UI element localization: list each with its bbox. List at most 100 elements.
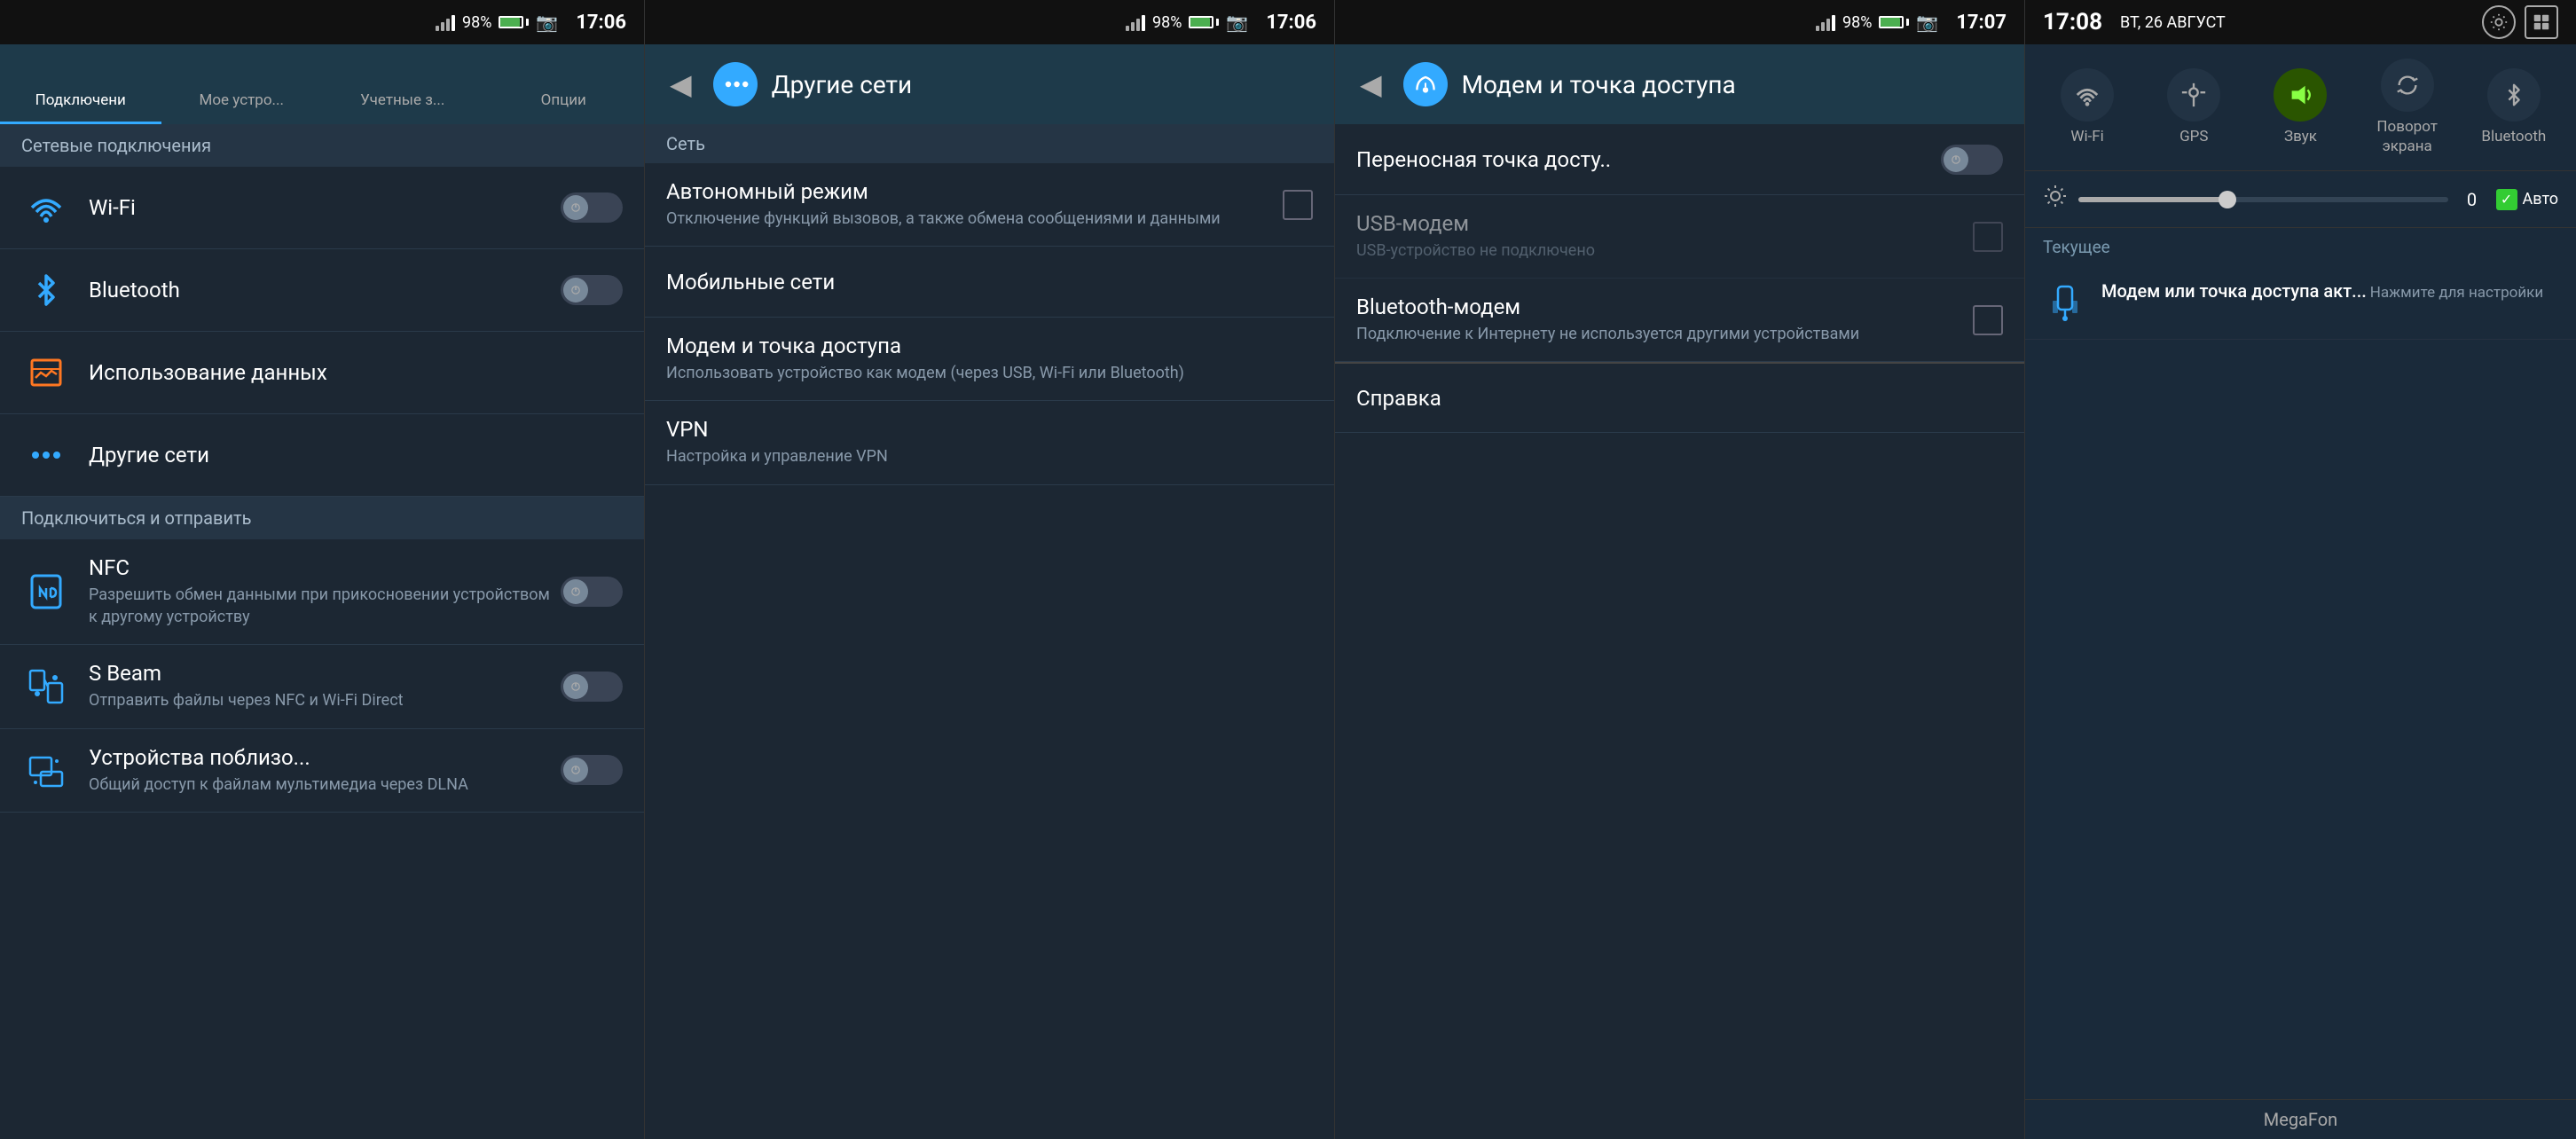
wifi-item[interactable]: Wi-Fi — [0, 167, 644, 249]
tab-my-device[interactable]: Мое устро... — [161, 44, 323, 124]
notif-time: 17:08 — [2043, 9, 2102, 35]
bluetooth-quick-toggle[interactable]: Bluetooth — [2465, 68, 2563, 146]
help-content: Справка — [1356, 386, 2003, 411]
battery-icon-2 — [1189, 16, 1219, 28]
rotate-quick-icon — [2381, 59, 2434, 112]
airplane-subtitle: Отключение функций вызовов, а также обме… — [666, 208, 1283, 230]
time-2: 17:06 — [1266, 12, 1316, 34]
sbeam-item[interactable]: S Beam Отправить файлы через NFC и Wi-Fi… — [0, 645, 644, 728]
nfc-content: NFC Разрешить обмен данными при прикосно… — [89, 555, 561, 628]
nfc-toggle[interactable] — [561, 577, 623, 607]
mobile-networks-item[interactable]: Мобильные сети — [645, 247, 1334, 318]
nfc-toggle-knob — [563, 579, 588, 604]
status-icons-1: 98% 📷 — [436, 12, 558, 33]
tab-connections-label: Подключени — [35, 91, 126, 109]
wifi-title: Wi-Fi — [89, 195, 561, 220]
brightness-slider[interactable] — [2078, 197, 2448, 202]
vpn-item[interactable]: VPN Настройка и управление VPN — [645, 401, 1334, 484]
portable-hotspot-toggle[interactable] — [1941, 145, 2003, 175]
battery-percent-3: 98% — [1842, 13, 1872, 32]
gps-quick-label: GPS — [2179, 127, 2208, 146]
tab-accounts[interactable]: Учетные з... — [322, 44, 483, 124]
modem-hotspot-item[interactable]: Модем и точка доступа Использовать устро… — [645, 318, 1334, 401]
back-button-3[interactable]: ◀ — [1353, 60, 1389, 108]
other-networks-title: Другие сети — [89, 443, 623, 467]
panel2-header: ◀ Другие сети — [645, 44, 1334, 124]
notif-right-icons — [2482, 5, 2558, 39]
auto-check-icon: ✓ — [2496, 189, 2517, 210]
sound-quick-label: Звук — [2284, 127, 2317, 146]
tab-options[interactable]: Опции — [483, 44, 645, 124]
rotate-quick-toggle[interactable]: Поворот экрана — [2359, 59, 2456, 156]
bluetooth-item-icon — [21, 265, 71, 315]
bt-modem-content: Bluetooth-модем Подключение к Интернету … — [1356, 295, 1973, 345]
carrier-name: MegaFon — [2264, 1109, 2337, 1130]
settings-gear-icon[interactable] — [2482, 5, 2516, 39]
nearby-item[interactable]: Устройства поблизо... Общий доступ к фай… — [0, 729, 644, 813]
signal-icon-3 — [1816, 13, 1835, 31]
wifi-item-content: Wi-Fi — [89, 195, 561, 220]
hotspot-notification[interactable]: Модем или точка доступа акт... Нажмите д… — [2025, 266, 2576, 340]
wifi-quick-toggle[interactable]: Wi-Fi — [2038, 68, 2136, 146]
brightness-row: 0 ✓ Авто — [2025, 171, 2576, 228]
wifi-toggle[interactable] — [561, 192, 623, 223]
notif-status-bar: 17:08 ВТ, 26 АВГУСТ — [2025, 0, 2576, 44]
bluetooth-toggle[interactable] — [561, 275, 623, 305]
other-networks-item[interactable]: Другие сети — [0, 414, 644, 497]
bt-modem-title: Bluetooth-модем — [1356, 295, 1973, 319]
hotspot-notif-content: Модем или точка доступа акт... Нажмите д… — [2101, 280, 2558, 302]
data-usage-content: Использование данных — [89, 360, 623, 385]
nfc-item[interactable]: NFC Разрешить обмен данными при прикосно… — [0, 539, 644, 645]
status-icons-2: 98% 📷 — [1126, 12, 1248, 33]
bluetooth-item[interactable]: Bluetooth — [0, 249, 644, 332]
time-3: 17:07 — [1956, 12, 2007, 34]
usb-modem-checkbox[interactable] — [1973, 222, 2003, 252]
bt-modem-checkbox[interactable] — [1973, 305, 2003, 335]
section-connect-header: Подключиться и отправить — [0, 497, 644, 539]
panel2-divider: Сеть — [645, 124, 1334, 163]
quick-toggles: Wi-Fi GPS Звук — [2025, 44, 2576, 171]
sound-quick-icon — [2274, 68, 2327, 122]
tab-device-label: Мое устро... — [200, 91, 284, 109]
airplane-item[interactable]: Автономный режим Отключение функций вызо… — [645, 163, 1334, 247]
nearby-title: Устройства поблизо... — [89, 745, 561, 770]
sbeam-toggle[interactable] — [561, 672, 623, 702]
sound-quick-toggle[interactable]: Звук — [2251, 68, 2349, 146]
bt-modem-subtitle: Подключение к Интернету не используется … — [1356, 323, 1973, 345]
nearby-content: Устройства поблизо... Общий доступ к фай… — [89, 745, 561, 796]
photo-icon-1: 📷 — [536, 12, 558, 33]
gps-quick-toggle[interactable]: GPS — [2145, 68, 2242, 146]
usb-modem-item[interactable]: USB-модем USB-устройство не подключено — [1335, 195, 2024, 279]
grid-icon[interactable] — [2525, 5, 2558, 39]
mobile-networks-title: Мобильные сети — [666, 270, 1313, 295]
wifi-item-icon — [21, 183, 71, 232]
tab-bar-1: Подключени Мое устро... Учетные з... — [0, 44, 644, 124]
panel-notifications: 17:08 ВТ, 26 АВГУСТ — [2024, 0, 2576, 1139]
nearby-toggle[interactable] — [561, 755, 623, 785]
portable-hotspot-item[interactable]: Переносная точка досту.. — [1335, 124, 2024, 195]
auto-brightness-toggle[interactable]: ✓ Авто — [2496, 189, 2558, 210]
tab-connections[interactable]: Подключени — [0, 44, 161, 124]
nfc-title: NFC — [89, 555, 561, 580]
sbeam-subtitle: Отправить файлы через NFC и Wi-Fi Direct — [89, 689, 561, 711]
signal-icon-2 — [1126, 13, 1145, 31]
bluetooth-item-content: Bluetooth — [89, 278, 561, 302]
usb-modem-title: USB-модем — [1356, 211, 1973, 236]
sbeam-title: S Beam — [89, 661, 561, 686]
bt-modem-item[interactable]: Bluetooth-модем Подключение к Интернету … — [1335, 279, 2024, 362]
back-button-2[interactable]: ◀ — [663, 60, 699, 108]
current-section-label: Текущее — [2025, 228, 2576, 266]
vpn-subtitle: Настройка и управление VPN — [666, 445, 1313, 467]
airplane-title: Автономный режим — [666, 179, 1283, 204]
hotspot-notif-title: Модем или точка доступа акт... — [2101, 280, 2367, 302]
airplane-checkbox[interactable] — [1283, 190, 1313, 220]
help-item[interactable]: Справка — [1335, 362, 2024, 433]
auto-brightness-label: Авто — [2523, 190, 2558, 208]
signal-icon — [436, 13, 455, 31]
section-network-header: Сетевые подключения — [0, 124, 644, 167]
data-usage-item[interactable]: Использование данных — [0, 332, 644, 414]
battery-percent-1: 98% — [462, 13, 491, 32]
gps-quick-icon — [2167, 68, 2220, 122]
battery-icon-1 — [499, 16, 529, 28]
settings-icon-brightness[interactable] — [2043, 184, 2068, 215]
